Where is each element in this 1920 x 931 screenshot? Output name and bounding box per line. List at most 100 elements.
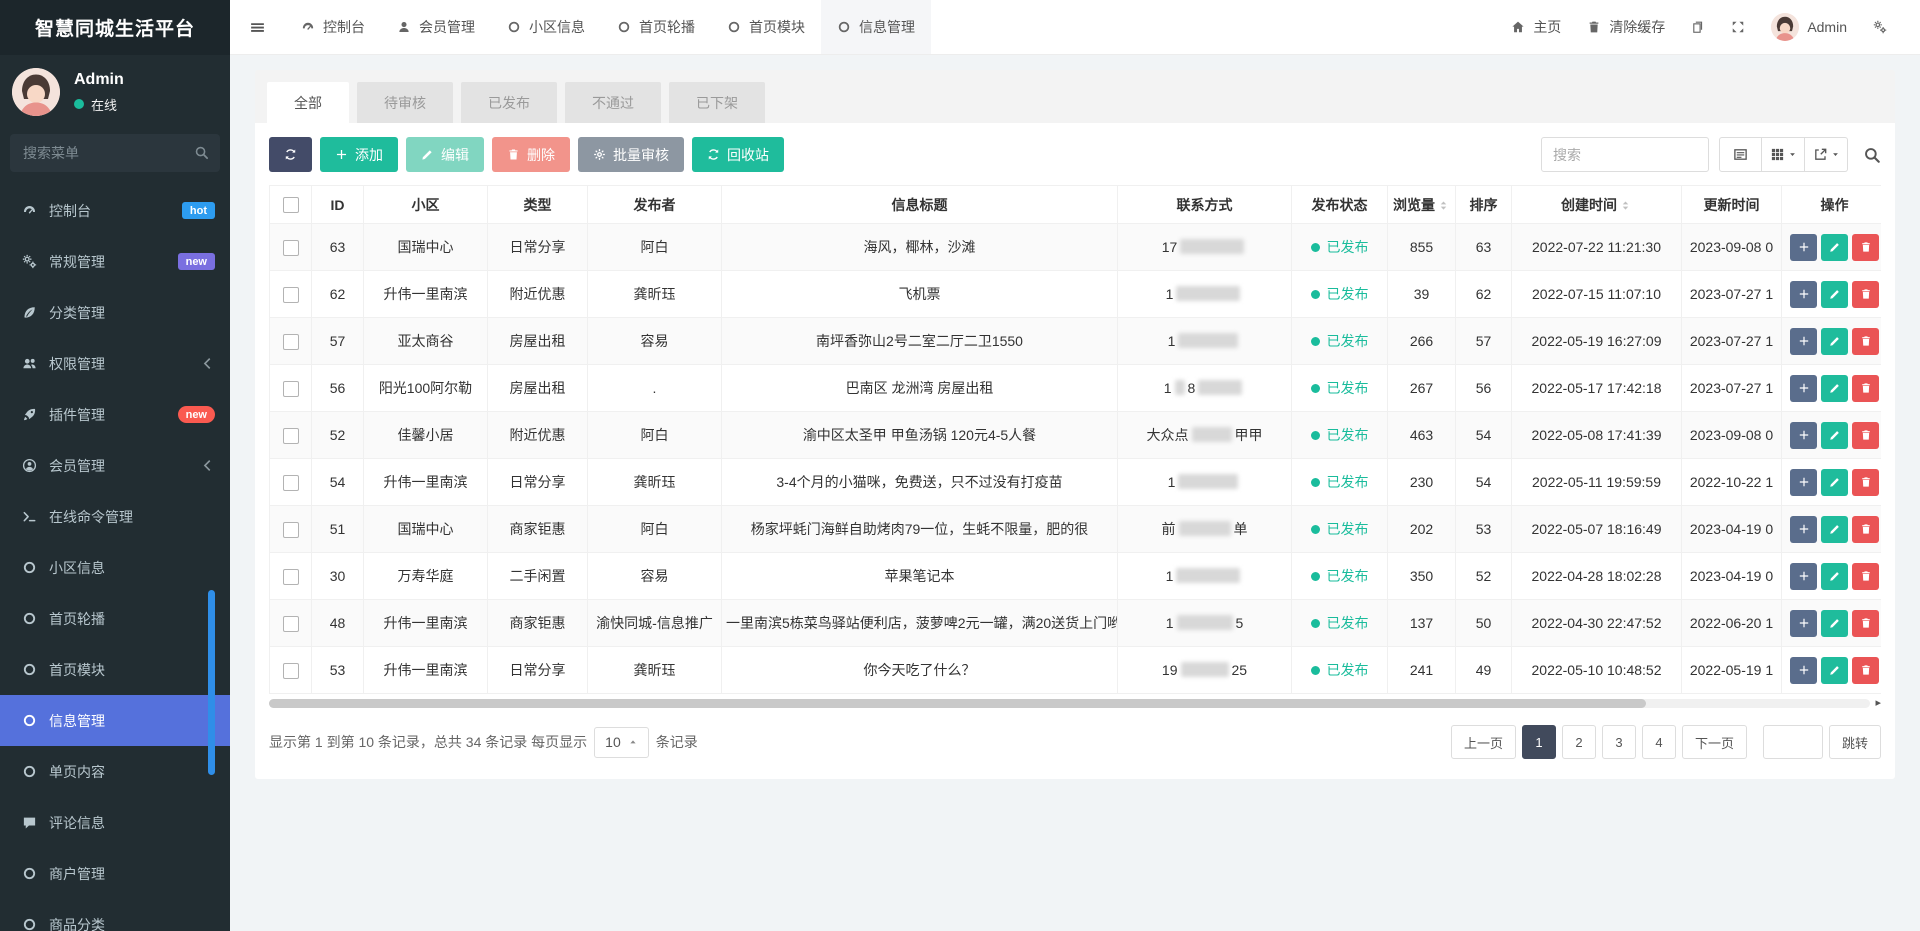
sidebar-item-小区信息[interactable]: 小区信息 [0, 542, 230, 593]
row-del-button[interactable] [1852, 609, 1879, 637]
topnav-item-信息管理[interactable]: 信息管理 [821, 0, 931, 54]
topnav-item-会员管理[interactable]: 会员管理 [381, 0, 491, 54]
row-plus-button[interactable] [1790, 280, 1817, 308]
sidebar-item-插件管理[interactable]: 插件管理 new [0, 389, 230, 440]
row-checkbox[interactable] [282, 380, 299, 397]
row-plus-button[interactable] [1790, 468, 1817, 496]
avatar[interactable] [12, 68, 60, 116]
sidebar-item-单页内容[interactable]: 单页内容 [0, 746, 230, 797]
row-plus-button[interactable] [1790, 609, 1817, 637]
sidebar-item-商品分类[interactable]: 商品分类 [0, 899, 230, 931]
row-del-button[interactable] [1852, 421, 1879, 449]
row-edit-button[interactable] [1821, 374, 1848, 402]
fullscreen-button[interactable] [1718, 0, 1758, 54]
topnav-item-首页轮播[interactable]: 首页轮播 [601, 0, 711, 54]
hscroll-track[interactable] [269, 699, 1871, 708]
row-edit-button[interactable] [1821, 280, 1848, 308]
sidebar-scrollbar-thumb[interactable] [208, 590, 215, 775]
page-size-dropdown[interactable]: 10 [594, 726, 649, 758]
sidebar-item-权限管理[interactable]: 权限管理 [0, 338, 230, 389]
home-button[interactable]: 主页 [1498, 0, 1574, 54]
tab-已发布[interactable]: 已发布 [461, 82, 557, 123]
search-toggle-icon[interactable] [1863, 146, 1881, 164]
topnav-item-小区信息[interactable]: 小区信息 [491, 0, 601, 54]
row-checkbox[interactable] [282, 239, 299, 256]
tab-全部[interactable]: 全部 [267, 82, 349, 123]
clear-cache-button[interactable]: 清除缓存 [1574, 0, 1678, 54]
row-del-button[interactable] [1852, 374, 1879, 402]
row-plus-button[interactable] [1790, 233, 1817, 261]
jump-button[interactable]: 跳转 [1828, 725, 1881, 759]
row-plus-button[interactable] [1790, 562, 1817, 590]
row-plus-button[interactable] [1790, 656, 1817, 684]
row-checkbox[interactable] [282, 286, 299, 303]
table-search-input[interactable] [1541, 137, 1709, 172]
row-del-button[interactable] [1852, 656, 1879, 684]
sidebar-item-分类管理[interactable]: 分类管理 [0, 287, 230, 338]
sidebar-item-首页轮播[interactable]: 首页轮播 [0, 593, 230, 644]
row-checkbox[interactable] [282, 474, 299, 491]
add-button[interactable]: 添加 [320, 137, 398, 172]
hscroll-thumb[interactable] [269, 699, 1647, 708]
tab-不通过[interactable]: 不通过 [565, 82, 661, 123]
sidebar-item-信息管理[interactable]: 信息管理 [0, 695, 230, 746]
row-del-button[interactable] [1852, 233, 1879, 261]
row-edit-button[interactable] [1821, 609, 1848, 637]
fixed-column-arrow-icon[interactable]: ▸ [1875, 698, 1881, 709]
export-dropdown-button[interactable] [1805, 137, 1848, 172]
hamburger-menu-button[interactable] [230, 0, 285, 54]
row-checkbox[interactable] [282, 662, 299, 679]
row-plus-button[interactable] [1790, 327, 1817, 355]
row-edit-button[interactable] [1821, 515, 1848, 543]
sidebar-item-控制台[interactable]: 控制台 hot [0, 185, 230, 236]
menu-search-input[interactable] [10, 134, 220, 172]
row-del-button[interactable] [1852, 515, 1879, 543]
row-edit-button[interactable] [1821, 468, 1848, 496]
sidebar-item-评论信息[interactable]: 评论信息 [0, 797, 230, 848]
row-edit-button[interactable] [1821, 421, 1848, 449]
settings-button[interactable] [1860, 0, 1900, 54]
page-button-4[interactable]: 4 [1641, 725, 1676, 759]
prev-page-button[interactable]: 上一页 [1450, 725, 1516, 759]
next-page-button[interactable]: 下一页 [1681, 725, 1747, 759]
delete-button[interactable]: 删除 [492, 137, 570, 172]
page-button-3[interactable]: 3 [1601, 725, 1636, 759]
row-del-button[interactable] [1852, 562, 1879, 590]
row-edit-button[interactable] [1821, 327, 1848, 355]
row-del-button[interactable] [1852, 280, 1879, 308]
sidebar-item-常规管理[interactable]: 常规管理 new [0, 236, 230, 287]
sidebar-item-在线命令管理[interactable]: 在线命令管理 [0, 491, 230, 542]
refresh-button[interactable] [269, 137, 312, 172]
page-button-2[interactable]: 2 [1561, 725, 1596, 759]
row-edit-button[interactable] [1821, 233, 1848, 261]
topnav-item-首页模块[interactable]: 首页模块 [711, 0, 821, 54]
row-plus-button[interactable] [1790, 515, 1817, 543]
row-plus-button[interactable] [1790, 421, 1817, 449]
row-checkbox[interactable] [282, 568, 299, 585]
sidebar-item-商户管理[interactable]: 商户管理 [0, 848, 230, 899]
tabs-mode-button[interactable] [1678, 0, 1718, 54]
batch-audit-button[interactable]: 批量审核 [578, 137, 684, 172]
user-menu[interactable]: Admin [1758, 0, 1860, 54]
tab-待审核[interactable]: 待审核 [357, 82, 453, 123]
sidebar-item-会员管理[interactable]: 会员管理 [0, 440, 230, 491]
tab-已下架[interactable]: 已下架 [669, 82, 765, 123]
row-checkbox[interactable] [282, 427, 299, 444]
jump-page-input[interactable] [1762, 725, 1823, 759]
recycle-bin-button[interactable]: 回收站 [692, 137, 784, 172]
columns-dropdown-button[interactable] [1762, 137, 1805, 172]
page-button-1[interactable]: 1 [1521, 725, 1556, 759]
row-edit-button[interactable] [1821, 656, 1848, 684]
header-checkbox[interactable] [282, 197, 299, 214]
sidebar-item-首页模块[interactable]: 首页模块 [0, 644, 230, 695]
detail-view-button[interactable] [1719, 137, 1762, 172]
row-plus-button[interactable] [1790, 374, 1817, 402]
row-del-button[interactable] [1852, 327, 1879, 355]
topnav-item-控制台[interactable]: 控制台 [285, 0, 381, 54]
row-del-button[interactable] [1852, 468, 1879, 496]
row-checkbox[interactable] [282, 333, 299, 350]
row-checkbox[interactable] [282, 521, 299, 538]
row-checkbox[interactable] [282, 615, 299, 632]
row-edit-button[interactable] [1821, 562, 1848, 590]
edit-button[interactable]: 编辑 [406, 137, 484, 172]
